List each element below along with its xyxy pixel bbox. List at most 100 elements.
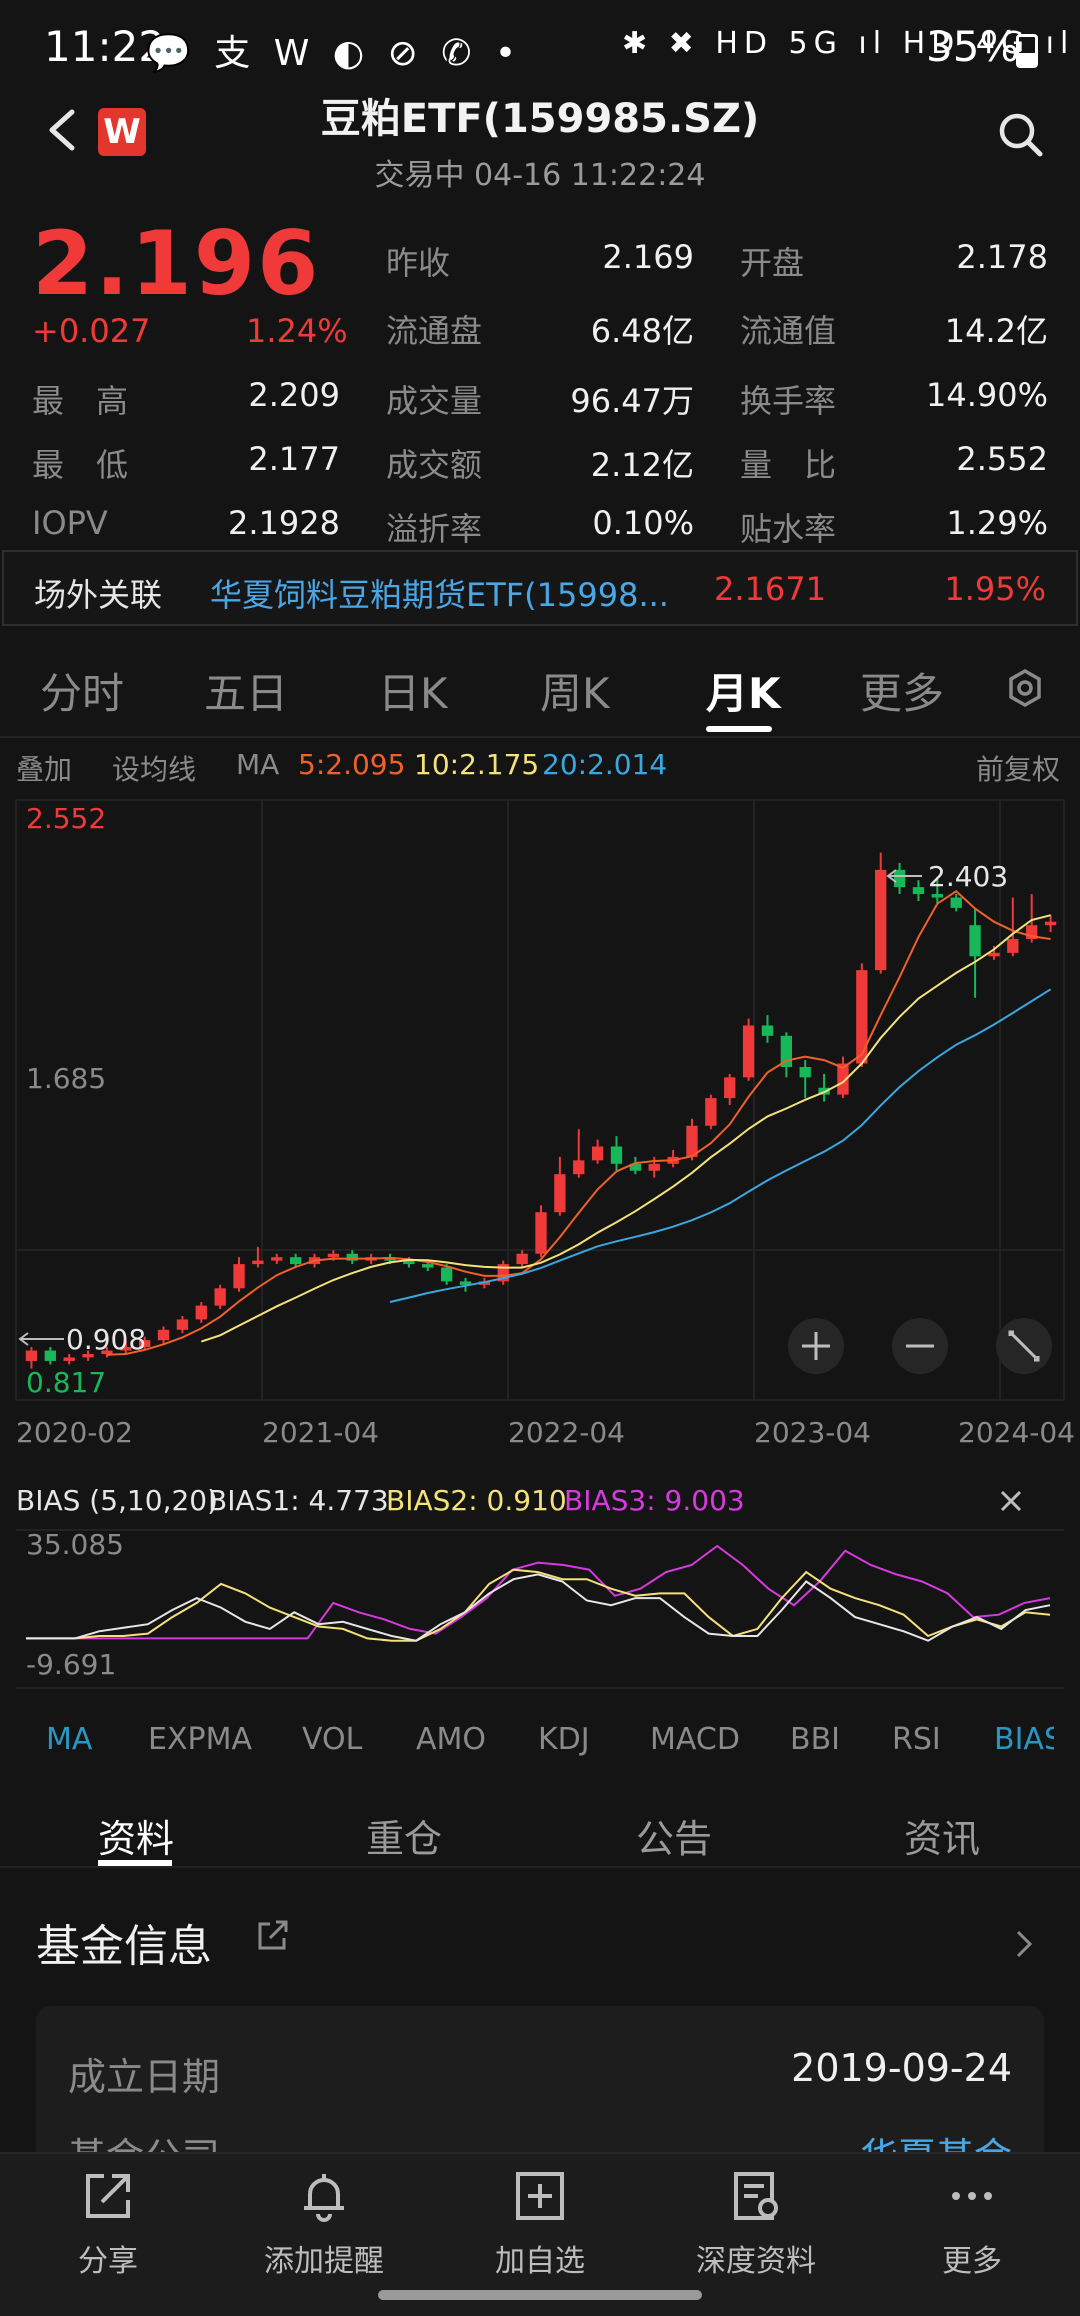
zoom-in-icon[interactable] — [788, 1318, 844, 1374]
candle-body — [686, 1125, 698, 1157]
candle-body — [742, 1025, 755, 1078]
candle-body — [988, 952, 1000, 957]
candle-body — [554, 1174, 566, 1213]
stat-value: 14.90% — [925, 376, 1048, 414]
tab-news[interactable]: 资讯 — [904, 1808, 980, 1863]
x-tick-label: 2022-04 — [508, 1416, 625, 1449]
candle-body — [516, 1253, 528, 1265]
stat-value: 6.48亿 — [590, 312, 694, 350]
candle-body — [610, 1146, 623, 1164]
candle — [969, 907, 981, 998]
bias3-value: BIAS3: 9.003 — [564, 1484, 745, 1517]
price-change-pct: 1.24% — [246, 312, 348, 350]
candle-body — [912, 887, 925, 895]
tab-more[interactable]: 更多 — [860, 660, 944, 721]
fullscreen-icon[interactable] — [996, 1318, 1052, 1374]
candle-body — [195, 1305, 207, 1320]
share-icon — [80, 2168, 136, 2224]
chevron-right-icon[interactable] — [1012, 1926, 1036, 1962]
tab-weekly-k[interactable]: 周K — [540, 660, 610, 721]
divider — [0, 1866, 1080, 1868]
candle-body — [799, 1066, 811, 1078]
low-marker: 0.908 — [18, 1323, 146, 1356]
add-alert-button[interactable]: 添加提醒 — [234, 2168, 414, 2280]
candle — [761, 1015, 774, 1043]
set-ma-button[interactable]: 设均线 — [112, 748, 196, 788]
active-tab-indicator — [706, 726, 772, 732]
candle-body — [327, 1253, 340, 1258]
tab-profile[interactable]: 资料 — [98, 1808, 174, 1863]
tab-five-day[interactable]: 五日 — [204, 660, 288, 721]
candle — [875, 852, 887, 974]
bias3-line — [26, 1544, 1051, 1640]
overlay-button[interactable]: 叠加 — [16, 748, 72, 788]
indicator-tab-bias[interactable]: BIAS — [994, 1722, 1054, 1757]
chart-settings-icon[interactable] — [1005, 668, 1045, 708]
tab-daily-k[interactable]: 日K — [378, 660, 448, 721]
document-icon — [728, 2168, 784, 2224]
search-icon[interactable] — [996, 110, 1046, 160]
candle-body — [176, 1319, 189, 1330]
y-axis-mid: 1.685 — [26, 1062, 106, 1095]
tab-monthly-k[interactable]: 月K — [706, 660, 781, 721]
add-watchlist-icon — [512, 2168, 568, 2224]
stat-value: 0.10% — [592, 504, 694, 542]
candle — [271, 1253, 283, 1265]
indicator-tab-expma[interactable]: EXPMA — [148, 1722, 252, 1757]
ma20-value: 20:2.014 — [542, 748, 668, 781]
candle — [497, 1260, 509, 1285]
tab-intraday[interactable]: 分时 — [40, 660, 124, 721]
external-link-icon[interactable] — [256, 1918, 290, 1952]
tab-holdings[interactable]: 重仓 — [366, 1808, 442, 1863]
candle — [214, 1284, 226, 1310]
share-button[interactable]: 分享 — [18, 2168, 198, 2280]
indicator-tab-rsi[interactable]: RSI — [892, 1722, 941, 1757]
info-value: 2019-09-24 — [791, 2046, 1012, 2090]
bias-chart[interactable]: 35.085 -9.691 — [0, 1520, 1080, 1700]
stat-value: 14.2亿 — [944, 312, 1048, 350]
candle — [705, 1094, 717, 1130]
stat-label: 流通值 — [740, 312, 837, 350]
candle-body — [535, 1212, 547, 1254]
trade-status: 交易中 04-16 11:22:24 — [374, 158, 706, 193]
indicator-tab-ma[interactable]: MA — [46, 1722, 92, 1757]
candle-body — [950, 897, 962, 908]
kline-chart[interactable]: 2.403 0.908 2.552 1.685 0.817 — [0, 790, 1080, 1410]
stat-value: 2.209 — [248, 376, 340, 414]
stat-label: IOPV — [32, 504, 108, 542]
candle-body — [875, 869, 887, 971]
zoom-out-icon[interactable] — [892, 1318, 948, 1374]
candle-body — [289, 1257, 302, 1265]
share-label: 分享 — [78, 2244, 138, 2279]
bias2-value: BIAS2: 0.910 — [386, 1484, 567, 1517]
x-tick-label: 2024-04 — [958, 1416, 1075, 1449]
ma10-line — [200, 914, 1051, 1343]
deep-data-button[interactable]: 深度资料 — [666, 2168, 846, 2280]
candle — [573, 1129, 585, 1178]
bell-icon — [296, 2168, 352, 2224]
candle — [591, 1139, 604, 1164]
candle — [195, 1302, 207, 1323]
candle-body — [969, 925, 981, 957]
more-button[interactable]: 更多 — [882, 2168, 1062, 2280]
indicator-tab-kdj[interactable]: KDJ — [538, 1722, 590, 1757]
related-offexchange-fund[interactable]: 场外关联 华夏饲料豆粕期货ETF(15998... 2.1671 1.95% — [2, 550, 1078, 626]
add-watchlist-button[interactable]: 加自选 — [450, 2168, 630, 2280]
home-indicator[interactable] — [378, 2290, 702, 2300]
price-change: +0.027 — [32, 312, 151, 350]
tab-announcements[interactable]: 公告 — [636, 1808, 712, 1863]
stat-value: 2.12亿 — [590, 446, 694, 484]
related-fund-price: 2.1671 — [714, 570, 826, 608]
fund-info-title: 基金信息 — [36, 1921, 212, 1972]
price-adjust-button[interactable]: 前复权 — [976, 748, 1060, 788]
indicator-tab-amo[interactable]: AMO — [416, 1722, 486, 1757]
add-alert-label: 添加提醒 — [264, 2244, 384, 2279]
indicator-tab-vol[interactable]: VOL — [302, 1722, 362, 1757]
indicator-tab-macd[interactable]: MACD — [650, 1722, 740, 1757]
related-label: 场外关联 — [34, 576, 163, 614]
related-fund-name[interactable]: 华夏饲料豆粕期货ETF(15998... — [210, 570, 669, 616]
indicator-tab-bbi[interactable]: BBI — [790, 1722, 840, 1757]
x-tick-label: 2023-04 — [754, 1416, 871, 1449]
stat-value: 2.1928 — [228, 504, 340, 542]
close-indicator-icon[interactable] — [996, 1486, 1026, 1516]
